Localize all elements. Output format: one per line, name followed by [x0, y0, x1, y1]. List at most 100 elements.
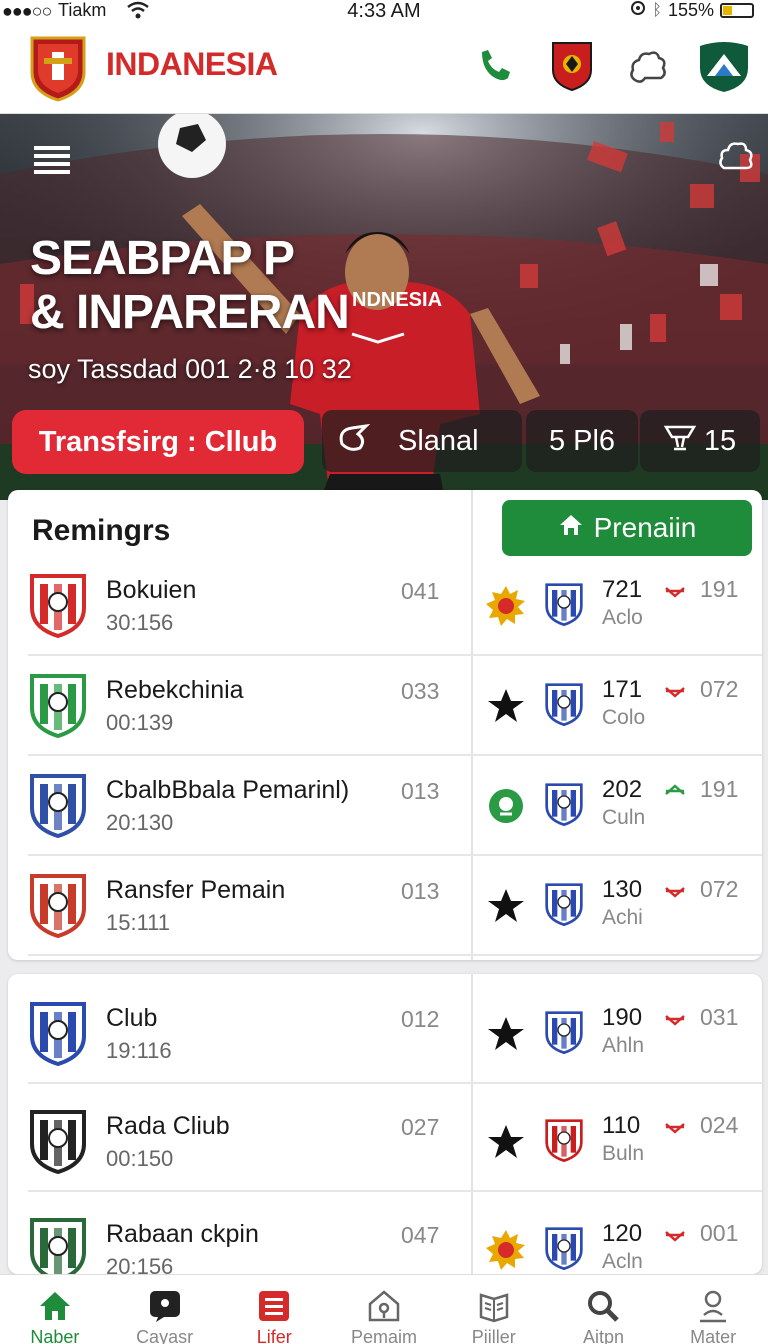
club-crest-icon	[28, 672, 88, 739]
club-crest-icon[interactable]	[544, 38, 600, 94]
club-crest-icon	[28, 872, 88, 939]
stat-value: 130	[602, 876, 643, 903]
stat-points[interactable]: 5 Pl6	[526, 410, 638, 472]
whistle-icon[interactable]	[484, 784, 528, 828]
stat-label: Buln	[602, 1142, 645, 1165]
trend-down-icon	[664, 682, 686, 700]
row-divider	[28, 1082, 762, 1084]
search-icon	[584, 1287, 622, 1325]
trend-down-icon	[664, 882, 686, 900]
stat-label: Ahln	[602, 1034, 645, 1057]
hamburger-menu-icon[interactable]	[34, 144, 70, 181]
trend-up-icon	[664, 782, 686, 800]
trophy-icon	[663, 423, 697, 459]
sun-badge-icon[interactable]	[484, 584, 528, 628]
club-name: Rebekchinia	[106, 676, 244, 704]
club-row[interactable]: Bokuien 30:156 041 721 Aclo 191	[8, 556, 762, 656]
club-crest-icon	[28, 772, 88, 839]
trend-value: 191	[700, 776, 739, 802]
status-bar: ●●●○○ Tiakm 4:33 AM ᛒ 155%	[0, 0, 768, 22]
clubs-card: Club 19:116 012 190 Ahln 031 Rada Cliub 00:150 0…	[8, 974, 762, 1274]
opponent-crest-icon	[544, 576, 584, 632]
stat-value: 110	[602, 1112, 641, 1139]
phone-icon[interactable]	[466, 38, 522, 94]
star-icon[interactable]	[484, 884, 528, 928]
nav-item-pemaim[interactable]: Pemaim	[329, 1275, 439, 1344]
nav-item-aitpn[interactable]: Aitpn	[549, 1275, 659, 1344]
stat-value: 202	[602, 776, 643, 803]
user-icon	[694, 1287, 732, 1325]
nav-label: Mater	[690, 1327, 737, 1344]
row-divider	[28, 1190, 762, 1192]
hero-banner: NDNESIA SEABPAP P & INPARERAN soy Tassda…	[0, 114, 768, 500]
trend-value: 031	[700, 1004, 739, 1030]
nav-item-cayasr[interactable]: Cayasr	[110, 1275, 220, 1344]
nav-item-lifer[interactable]: Lifer	[219, 1275, 329, 1344]
home-icon	[558, 512, 584, 544]
club-row[interactable]: Rada Cliub 00:150 027 110 Buln 024	[8, 1092, 762, 1192]
federation-logo[interactable]	[28, 34, 88, 102]
club-name: Club	[106, 1004, 158, 1032]
nav-item-naber[interactable]: Naber	[0, 1275, 110, 1344]
nav-item-mater[interactable]: Mater	[658, 1275, 768, 1344]
partner-crest-icon[interactable]	[696, 38, 752, 94]
swirl-icon	[336, 422, 372, 460]
trend-value: 024	[700, 1112, 739, 1138]
club-crest-icon	[28, 572, 88, 639]
row-divider	[28, 954, 762, 956]
club-crest-icon	[28, 1216, 88, 1274]
opponent-crest-icon	[544, 1004, 584, 1060]
jersey-text: NDNESIA	[352, 289, 442, 311]
app-brand: INDANESIA	[106, 46, 278, 82]
opponent-crest-icon	[544, 676, 584, 732]
stat-trophies[interactable]: 15	[640, 410, 760, 472]
star-icon[interactable]	[484, 1120, 528, 1164]
club-code: 047	[401, 1222, 440, 1248]
nav-label: Lifer	[256, 1327, 292, 1344]
bottom-navigation: Naber Cayasr Lifer Pemaim Piiller Aitpn Mater	[0, 1274, 768, 1344]
club-name: Ransfer Pemain	[106, 876, 286, 904]
primary-action-button[interactable]: Prenaiin	[502, 500, 752, 556]
opponent-crest-icon	[544, 1220, 584, 1274]
club-row[interactable]: Rebekchinia 00:139 033 171 Colo 072	[8, 656, 762, 756]
trend-down-icon	[664, 582, 686, 600]
club-code: 013	[401, 878, 440, 904]
club-name: Bokuien	[106, 576, 197, 604]
club-row[interactable]: Rabaan ckpin 20:156 047 120 Acln 001	[8, 1200, 762, 1274]
hero-subtitle: soy Tassdad 001 2·8 10 32	[28, 354, 352, 384]
battery-percent: 155%	[667, 0, 714, 20]
stat-label: Achi	[602, 906, 643, 929]
trend-value: 072	[700, 876, 739, 902]
transfer-club-button[interactable]: Transfsirg : Cllub	[12, 410, 304, 474]
trend-down-icon	[664, 1118, 686, 1136]
star-icon[interactable]	[484, 684, 528, 728]
club-time: 30:156	[106, 610, 174, 635]
club-row[interactable]: Ransfer Pemain 15:111 013 130 Achi 072	[8, 856, 762, 956]
star-icon[interactable]	[484, 1012, 528, 1056]
stat-value: 190	[602, 1004, 643, 1031]
club-crest-icon	[28, 1108, 88, 1175]
club-time: 00:139	[106, 710, 174, 735]
club-time: 00:150	[106, 1146, 174, 1171]
stat-signal[interactable]: Slanal	[322, 410, 522, 472]
section-title: Remingrs	[32, 514, 171, 547]
trend-value: 191	[700, 576, 739, 602]
nav-label: Pemaim	[351, 1327, 418, 1344]
stat-label: Acln	[602, 1250, 643, 1273]
nav-label: Aitpn	[582, 1327, 624, 1344]
stat-value: 171	[602, 676, 643, 703]
club-row[interactable]: CbalbBbala Pemarinl) 20:130 013 202 Culn 191	[8, 756, 762, 856]
club-code: 033	[401, 678, 440, 704]
sun-badge-icon[interactable]	[484, 1228, 528, 1272]
app-header: INDANESIA	[0, 22, 768, 114]
club-time: 20:130	[106, 810, 174, 835]
settings-cloud-icon[interactable]	[716, 138, 754, 179]
profile-cloud-icon[interactable]	[620, 38, 676, 94]
opponent-crest-icon	[544, 876, 584, 932]
club-name: Rabaan ckpin	[106, 1220, 259, 1248]
club-row[interactable]: Club 19:116 012 190 Ahln 031	[8, 984, 762, 1084]
nav-item-piiller[interactable]: Piiller	[439, 1275, 549, 1344]
stat-label: Aclo	[602, 606, 643, 629]
home-icon	[36, 1287, 74, 1325]
list-icon	[255, 1287, 293, 1325]
